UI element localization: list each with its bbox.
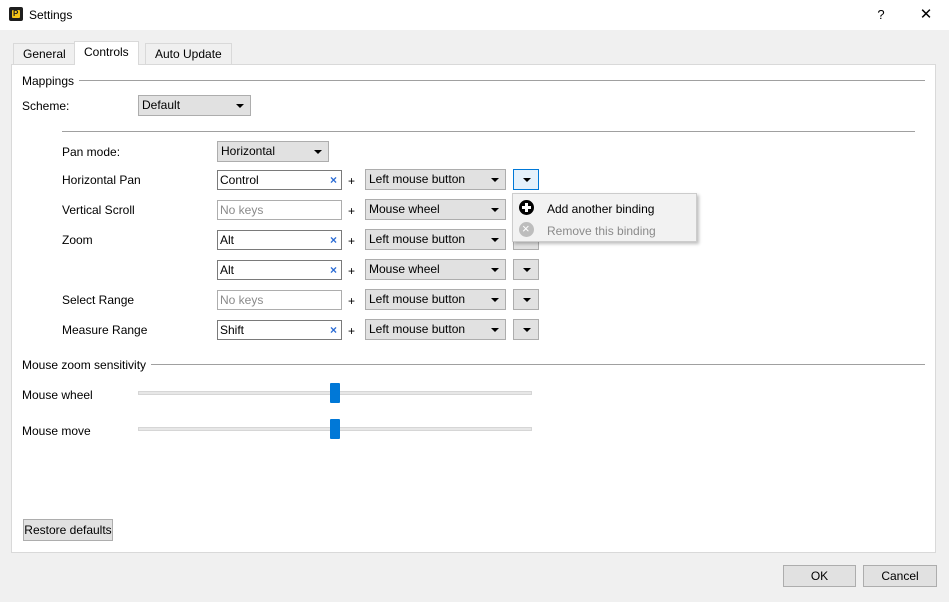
keys-field[interactable]: No keys: [217, 290, 342, 310]
chevron-down-icon: [523, 268, 531, 272]
chevron-down-icon: [491, 178, 499, 182]
chevron-down-icon: [491, 328, 499, 332]
chevron-down-icon: [236, 104, 244, 108]
keys-field[interactable]: Shift ×: [217, 320, 342, 340]
zoom-sensitivity-group-label: Mouse zoom sensitivity: [22, 358, 152, 372]
chevron-down-icon: [491, 238, 499, 242]
plus-sign: +: [348, 294, 356, 308]
row-label-measure-range: Measure Range: [62, 323, 148, 337]
window-title: Settings: [29, 8, 73, 22]
clear-icon[interactable]: ×: [330, 231, 337, 249]
scheme-value: Default: [142, 98, 181, 112]
mouse-button-select[interactable]: Left mouse button: [365, 289, 506, 310]
mouse-button-value: Left mouse button: [369, 232, 466, 246]
mouse-button-select[interactable]: Left mouse button: [365, 169, 506, 190]
mouse-move-label: Mouse move: [22, 424, 91, 438]
cancel-button[interactable]: Cancel: [863, 565, 937, 587]
tab-auto-update[interactable]: Auto Update: [145, 43, 232, 64]
mouse-move-slider-thumb[interactable]: [330, 419, 340, 439]
menu-item-add-binding[interactable]: Add another binding: [513, 196, 696, 218]
binding-context-menu: Add another binding Remove this binding: [512, 193, 697, 242]
scheme-label: Scheme:: [22, 99, 70, 113]
pan-mode-select[interactable]: Horizontal: [217, 141, 329, 162]
keys-placeholder: No keys: [220, 293, 264, 307]
keys-value: Alt: [220, 263, 235, 277]
menu-item-label: Remove this binding: [547, 224, 656, 238]
mouse-button-value: Left mouse button: [369, 292, 466, 306]
mouse-button-select[interactable]: Mouse wheel: [365, 259, 506, 280]
mappings-divider: [22, 80, 925, 81]
zoom-sensitivity-divider: [22, 364, 925, 365]
chevron-down-icon: [523, 298, 531, 302]
scheme-select[interactable]: Default: [138, 95, 251, 116]
mouse-button-select[interactable]: Mouse wheel: [365, 199, 506, 220]
pan-mode-value: Horizontal: [221, 144, 276, 158]
mouse-button-value: Mouse wheel: [369, 202, 440, 216]
pan-mode-label: Pan mode:: [62, 145, 121, 159]
chevron-down-icon: [314, 150, 322, 154]
keys-placeholder: No keys: [220, 203, 264, 217]
menu-item-remove-binding: Remove this binding: [513, 218, 696, 240]
chevron-down-icon: [491, 208, 499, 212]
plus-sign: +: [348, 234, 356, 248]
row-label-zoom: Zoom: [62, 233, 93, 247]
row-label-select-range: Select Range: [62, 293, 135, 307]
mouse-button-select[interactable]: Left mouse button: [365, 319, 506, 340]
menu-item-label: Add another binding: [547, 202, 655, 216]
keys-field[interactable]: Control ×: [217, 170, 342, 190]
clear-icon[interactable]: ×: [330, 171, 337, 189]
close-button[interactable]: ✕: [911, 4, 941, 26]
chevron-down-icon: [491, 268, 499, 272]
keys-field[interactable]: Alt ×: [217, 230, 342, 250]
scheme-divider: [62, 131, 915, 132]
clear-icon[interactable]: ×: [330, 261, 337, 279]
mouse-button-value: Mouse wheel: [369, 262, 440, 276]
binding-menu-button[interactable]: [513, 289, 539, 310]
mouse-button-value: Left mouse button: [369, 172, 466, 186]
chevron-down-icon: [523, 328, 531, 332]
tab-controls[interactable]: Controls: [74, 41, 139, 65]
row-label-vertical-scroll: Vertical Scroll: [62, 203, 135, 217]
keys-field[interactable]: Alt ×: [217, 260, 342, 280]
chevron-down-icon: [523, 178, 531, 182]
binding-menu-button[interactable]: [513, 259, 539, 280]
keys-value: Control: [220, 173, 259, 187]
plus-sign: +: [348, 324, 356, 338]
remove-circle-icon: [519, 221, 534, 237]
title-bar: P Settings ? ✕: [0, 0, 949, 30]
mouse-button-value: Left mouse button: [369, 322, 466, 336]
help-button[interactable]: ?: [866, 4, 896, 26]
keys-field[interactable]: No keys: [217, 200, 342, 220]
plus-sign: +: [348, 174, 356, 188]
tab-general[interactable]: General: [13, 43, 76, 64]
row-label-horizontal-pan: Horizontal Pan: [62, 173, 141, 187]
mouse-button-select[interactable]: Left mouse button: [365, 229, 506, 250]
clear-icon[interactable]: ×: [330, 321, 337, 339]
add-circle-icon: [519, 200, 534, 215]
plus-sign: +: [348, 204, 356, 218]
chevron-down-icon: [491, 298, 499, 302]
app-logo-icon: P: [9, 7, 23, 21]
mappings-group-label: Mappings: [22, 74, 80, 88]
plus-sign: +: [348, 264, 356, 278]
binding-menu-button[interactable]: [513, 169, 539, 190]
restore-defaults-button[interactable]: Restore defaults: [23, 519, 113, 541]
binding-menu-button[interactable]: [513, 319, 539, 340]
mouse-wheel-label: Mouse wheel: [22, 388, 93, 402]
keys-value: Shift: [220, 323, 245, 337]
mouse-wheel-slider-thumb[interactable]: [330, 383, 340, 403]
ok-button[interactable]: OK: [783, 565, 856, 587]
keys-value: Alt: [220, 233, 235, 247]
